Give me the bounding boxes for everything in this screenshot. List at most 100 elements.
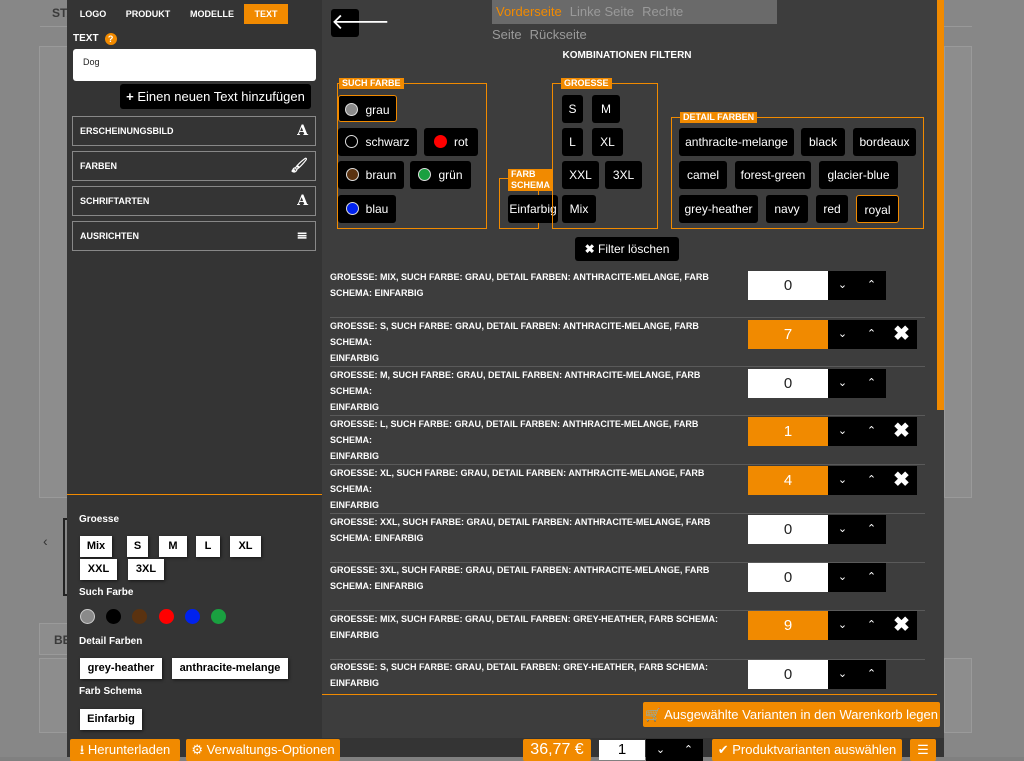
quantity-input[interactable]: 1 (748, 417, 828, 446)
filter-option-blau[interactable]: blau (338, 195, 396, 223)
chevron-up-icon[interactable]: ⌃ (674, 739, 703, 761)
chevron-down-icon[interactable]: ⌄ (828, 417, 857, 446)
filter-option-grey-heather[interactable]: grey-heather (679, 195, 758, 223)
chevron-up-icon[interactable]: ⌃ (857, 271, 886, 300)
color-dot-rot[interactable] (159, 609, 174, 624)
quantity-input[interactable]: 0 (748, 660, 828, 689)
remove-icon[interactable]: ✖ (886, 466, 917, 495)
filter-option-l[interactable]: L (562, 128, 583, 156)
select-variants-button[interactable]: ✔ Produktvarianten auswählen (712, 739, 902, 761)
tab-modelle[interactable]: MODELLE (185, 4, 239, 24)
filter-option-grau[interactable]: grau (338, 95, 397, 122)
filter-option-navy[interactable]: navy (766, 195, 808, 223)
filter-option-anthracite-melange[interactable]: anthracite-melange (679, 128, 794, 156)
download-button[interactable]: ⭳ Herunterladen (70, 739, 180, 761)
section-erscheinungsbild[interactable]: ERSCHEINUNGSBILD A (72, 116, 316, 146)
filter-option-schwarz[interactable]: schwarz (338, 128, 417, 156)
view-vorderseite[interactable]: Vorderseite (496, 4, 562, 19)
color-dot-schwarz[interactable] (106, 609, 121, 624)
section-ausrichten[interactable]: AUSRICHTEN ≡ (72, 221, 316, 251)
remove-icon[interactable]: ✖ (886, 417, 917, 446)
quantity-input[interactable]: 0 (748, 515, 828, 544)
chevron-down-icon[interactable]: ⌄ (646, 739, 675, 761)
filter-option-red[interactable]: red (816, 195, 848, 223)
help-icon[interactable]: ? (104, 33, 117, 45)
view-linke-seite[interactable]: Linke Seite (570, 4, 634, 19)
scrollbar[interactable] (937, 0, 944, 410)
quantity-input[interactable]: 7 (748, 320, 828, 349)
quantity-input[interactable]: 4 (748, 466, 828, 495)
active-filter-chip[interactable]: anthracite-melange (172, 658, 288, 679)
active-filter-chip[interactable]: M (159, 536, 187, 557)
admin-options-button[interactable]: ⚙ Verwaltungs-Optionen (186, 739, 340, 761)
section-label: AUSRICHTEN (80, 231, 140, 241)
quantity-field[interactable]: 1 (599, 740, 645, 760)
chevron-up-icon[interactable]: ⌃ (857, 417, 886, 446)
remove-icon[interactable]: ✖ (886, 611, 917, 640)
quantity-input[interactable]: 9 (748, 611, 828, 640)
active-filter-chip[interactable]: 3XL (128, 559, 164, 580)
filter-option-xxl[interactable]: XXL (562, 161, 599, 189)
chevron-down-icon[interactable]: ⌄ (828, 466, 857, 495)
chevron-down-icon[interactable]: ⌄ (828, 660, 857, 689)
active-filter-chip[interactable]: grey-heather (80, 658, 162, 679)
active-filter-chip[interactable]: XL (230, 536, 261, 557)
filter-option-bordeaux[interactable]: bordeaux (853, 128, 916, 156)
color-dot-grau[interactable] (80, 609, 95, 624)
section-schriftarten[interactable]: SCHRIFTARTEN A (72, 186, 316, 216)
filter-option-mix[interactable]: Mix (562, 195, 596, 223)
section-farben[interactable]: FARBEN 🖌 (72, 151, 316, 181)
chevron-up-icon[interactable]: ⌃ (857, 466, 886, 495)
remove-icon[interactable]: ✖ (886, 320, 917, 349)
chevron-down-icon[interactable]: ⌄ (828, 611, 857, 640)
filter-option-royal[interactable]: royal (856, 195, 899, 223)
chevron-up-icon[interactable]: ⌃ (857, 563, 886, 592)
filter-option-glacier-blue[interactable]: glacier-blue (819, 161, 898, 189)
tab-text[interactable]: TEXT (244, 4, 288, 24)
chevron-down-icon[interactable]: ⌄ (828, 320, 857, 349)
chevron-up-icon[interactable]: ⌃ (857, 611, 886, 640)
active-filter-chip[interactable]: Mix (80, 536, 112, 557)
filter-option-camel[interactable]: camel (679, 161, 727, 189)
filter-option-forest-green[interactable]: forest-green (735, 161, 811, 189)
quantity-input[interactable]: 0 (748, 369, 828, 398)
tab-logo[interactable]: LOGO (74, 4, 112, 24)
option-label: grau (365, 103, 390, 117)
filter-option-3xl[interactable]: 3XL (605, 161, 642, 189)
color-dot-blau[interactable] (185, 609, 200, 624)
tab-produkt[interactable]: PRODUKT (122, 4, 174, 24)
color-dot-braun[interactable] (132, 609, 147, 624)
filter-option-m[interactable]: M (592, 95, 620, 123)
filter-option-braun[interactable]: braun (338, 161, 404, 189)
text-input[interactable]: Dog (73, 49, 316, 81)
filter-option-s[interactable]: S (562, 95, 583, 123)
back-arrow-icon[interactable]: 🡐 (331, 9, 390, 37)
menu-icon[interactable]: ☰ (910, 739, 936, 761)
active-filter-chip[interactable]: S (127, 536, 148, 557)
quantity-input[interactable]: 0 (748, 271, 828, 300)
color-dot-gruen[interactable] (211, 609, 226, 624)
chevron-up-icon[interactable]: ⌃ (857, 369, 886, 398)
chevron-up-icon[interactable]: ⌃ (857, 660, 886, 689)
variant-label-line: EINFARBIG (330, 678, 380, 688)
add-text-button[interactable]: + Einen neuen Text hinzufügen (120, 84, 311, 109)
chevron-down-icon[interactable]: ⌄ (828, 271, 857, 300)
view-rueckseite[interactable]: Rückseite (530, 27, 587, 42)
active-filter-chip[interactable]: L (196, 536, 220, 557)
active-filter-chip[interactable]: XXL (80, 559, 117, 580)
chevron-down-icon[interactable]: ⌄ (828, 369, 857, 398)
clear-filter-button[interactable]: ✖ Filter löschen (575, 237, 679, 261)
filter-option-einfarbig[interactable]: Einfarbig (508, 195, 558, 223)
active-filter-chip[interactable]: Einfarbig (80, 709, 142, 730)
quantity-input[interactable]: 0 (748, 563, 828, 592)
active-filter-such-farbe-label: Such Farbe (79, 587, 134, 598)
filter-option-xl[interactable]: XL (592, 128, 623, 156)
chevron-up-icon[interactable]: ⌃ (857, 515, 886, 544)
chevron-down-icon[interactable]: ⌄ (828, 563, 857, 592)
chevron-up-icon[interactable]: ⌃ (857, 320, 886, 349)
filter-option-gruen[interactable]: grün (410, 161, 471, 189)
filter-option-rot[interactable]: rot (424, 128, 478, 156)
add-to-cart-button[interactable]: 🛒 Ausgewählte Varianten in den Warenkorb… (643, 702, 940, 727)
chevron-down-icon[interactable]: ⌄ (828, 515, 857, 544)
filter-option-black[interactable]: black (801, 128, 845, 156)
